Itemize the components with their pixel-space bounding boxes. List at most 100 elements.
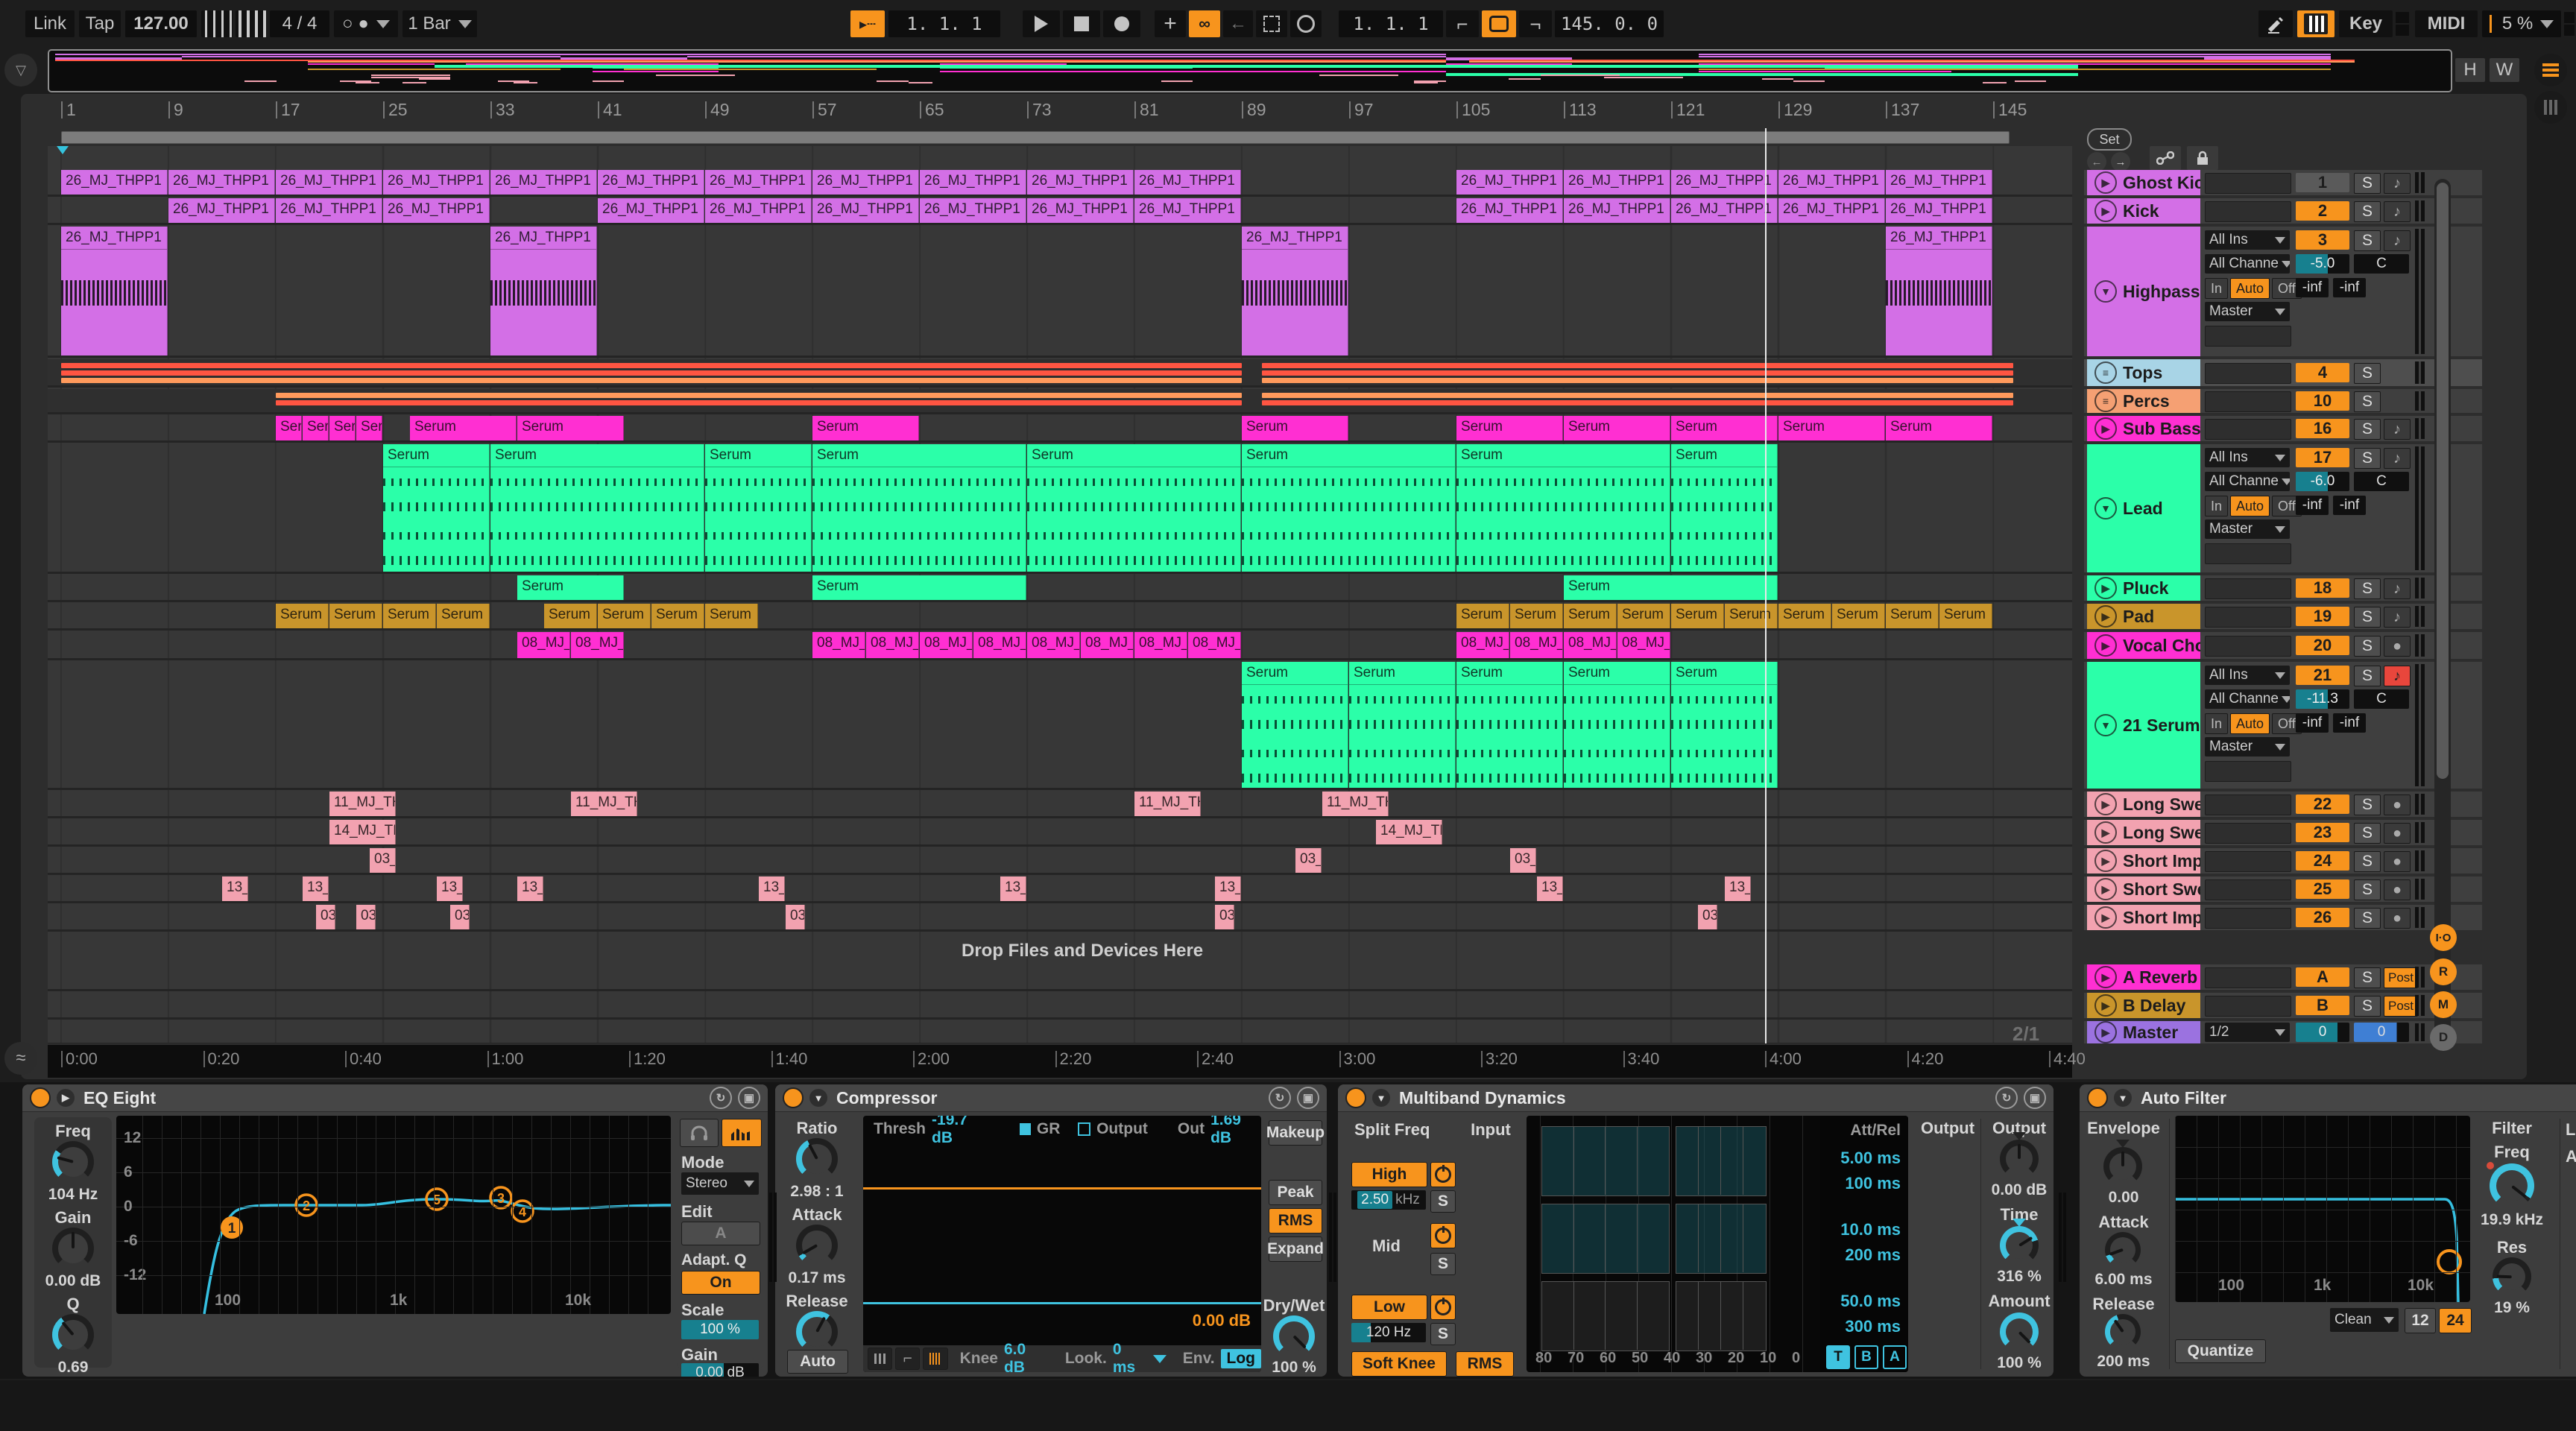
fold-icon[interactable]: ▶ [2094,417,2117,440]
clip[interactable]: Serum [383,604,436,628]
save-preset-icon[interactable]: ▣ [1297,1087,1319,1109]
track-lane-highpass-kick[interactable]: 26_MJ_THPP126_MJ_THPP126_MJ_THPP126_MJ_T… [48,227,2072,358]
multiband-display[interactable]: 80706050403020100Att/Rel5.00 ms100 ms10.… [1527,1116,1908,1372]
clip[interactable]: 11_MJ_THPP1_FX_Swe [571,792,637,816]
cpu-meter[interactable]: 5 % [2482,10,2561,37]
track-number[interactable]: 3 [2296,230,2349,250]
clip[interactable]: 26_MJ_THPP1 [1456,170,1563,195]
track-header-short-sweep[interactable]: ▶Short Sweep25S● [2084,876,2482,902]
clip[interactable]: 13_MJ_T [517,876,543,901]
clip[interactable]: 13_MJ_T [1000,876,1026,901]
arm-button[interactable]: ♪ [2384,448,2411,469]
track-number[interactable]: 24 [2296,851,2349,871]
attrel-value[interactable]: 300 ms [1845,1317,1901,1336]
session-view-toggle[interactable] [2534,91,2567,124]
attack-knob[interactable] [796,1225,838,1266]
hot-swap-icon[interactable]: ↻ [710,1087,732,1109]
clip[interactable]: 11_MJ_THPP1_FX_Swe [1322,792,1389,816]
solo-button[interactable]: S [2354,173,2381,194]
send-a[interactable]: -inf [2296,713,2329,733]
clip[interactable]: 26_MJ_THPP1 [705,170,812,195]
clip[interactable]: 08_MJ_THPP1 [1027,632,1080,658]
output-legend[interactable]: Output [1096,1120,1148,1138]
track-title[interactable]: ▶Pluck [2087,575,2200,601]
clip[interactable]: 26_MJ_THPP1 [1134,170,1241,195]
filter-res-knob[interactable] [2493,1257,2531,1296]
device-activator-icon[interactable] [30,1087,51,1108]
track-header-b-delay[interactable]: ▶B DelayBSPost [2084,993,2482,1018]
lookahead-value[interactable]: 0 ms [1113,1341,1146,1372]
track-number[interactable]: 16 [2296,419,2349,438]
solo-button[interactable]: S [2354,996,2381,1017]
track-header-21-serum[interactable]: ▼21 SerumAll InsAll ChanneInAutoOffMaste… [2084,662,2482,789]
fold-icon[interactable]: ▶ [2094,878,2117,900]
track-pan[interactable]: C [2354,254,2409,274]
clip[interactable]: Serum [276,604,329,628]
solo-button[interactable]: S [2354,230,2381,251]
clip[interactable]: 08_MJ_THPP1 [1081,632,1134,658]
track-title[interactable]: ▶Kick [2087,198,2200,224]
clip[interactable]: Serum [276,416,302,440]
io-slot[interactable] [2205,636,2291,657]
track-lane-long-sweep-2[interactable]: 14_MJ_THPP1_FX_Sw14_MJ_THPP1_FX_Sw [48,820,2072,847]
clip[interactable]: Serum [1832,604,1885,628]
track-title[interactable]: ≡Tops [2087,359,2200,386]
arm-button[interactable]: ♪ [2384,419,2411,440]
mode-dropdown[interactable]: Stereo [681,1172,759,1195]
slope-12-button[interactable]: 12 [2405,1308,2436,1333]
arm-button[interactable]: ♪ [2384,173,2411,194]
gr-legend[interactable]: GR [1037,1120,1061,1138]
drywet-knob[interactable] [1273,1315,1315,1357]
clip[interactable]: 13_MJ_T [222,876,248,901]
drywet-value[interactable]: 100 % [1260,1359,1327,1377]
solo-button[interactable]: S [2354,419,2381,440]
clip[interactable]: 08_MJ_THPP1 [1456,632,1509,658]
mixer-section-toggle[interactable]: M [2430,991,2457,1018]
fold-icon[interactable]: ▶ [2094,200,2117,222]
track-lane-short-sweep[interactable]: 13_MJ_T13_MJ_T13_MJ_T13_MJ_T13_MJ_T13_MJ… [48,876,2072,903]
io-slot[interactable] [2205,578,2291,599]
track-header-master[interactable]: ▶Master1/200 [2084,1021,2482,1043]
solo-button[interactable]: S [2354,879,2381,900]
spectrum-toggle-button[interactable] [722,1119,762,1147]
extra-slot[interactable] [2205,761,2291,782]
clip[interactable]: 13_MJ_T [1725,876,1751,901]
freq-value[interactable]: 104 Hz [34,1186,112,1204]
clip[interactable]: 08_MJ_THPP1 [1188,632,1241,658]
solo-button[interactable]: S [2354,823,2381,844]
global-output-knob[interactable] [2000,1140,2039,1178]
midi-overdub-button[interactable]: ∞ [1189,10,1220,37]
fold-icon[interactable]: ▶ [2094,171,2117,194]
clip[interactable]: 13_MJ_T [437,876,463,901]
clip[interactable]: Serum [517,416,624,440]
collapsed-view-icon[interactable] [868,1348,892,1370]
clip[interactable]: 03_M [786,905,805,929]
clip[interactable]: 26_MJ_THPP1 [1778,198,1885,223]
monitor-in[interactable]: In [2205,713,2228,734]
clip[interactable]: 03_M [450,905,470,929]
punch-in-button[interactable]: ⌐ [1446,10,1479,37]
track-title[interactable]: ▶A Reverb [2087,964,2200,990]
clip[interactable]: 26_MJ_THPP1 [1886,227,1992,356]
track-title[interactable]: ▶Pad [2087,604,2200,629]
expand-button[interactable]: Expand [1269,1236,1322,1262]
multiband-header[interactable]: ▼ Multiband Dynamics ↻ ▣ [1338,1084,2053,1112]
solo-button[interactable]: S [2354,795,2381,815]
clip[interactable]: 26_MJ_THPP1 [1134,198,1241,223]
rms-button[interactable]: RMS [1269,1208,1322,1233]
group-fold-icon[interactable]: ≡ [2094,361,2117,384]
track-volume[interactable]: -5.0 [2296,254,2349,274]
envelope-amount-knob[interactable] [2103,1147,2142,1186]
clip[interactable]: 26_MJ_THPP1 [276,170,382,195]
nudge-down-button[interactable] [201,10,233,37]
eq-display[interactable]: 1 2 5 3 4 1260-6-121001k10k [116,1116,671,1314]
clip[interactable]: 26_MJ_THPP1 [490,170,597,195]
io-slot[interactable] [2205,607,2291,628]
clip[interactable]: Serum [329,604,382,628]
high-band-button[interactable]: High [1351,1162,1427,1187]
attrel-value[interactable]: 10.0 ms [1840,1220,1901,1239]
clip[interactable]: 26_MJ_THPP1 [383,198,490,223]
unfold-icon[interactable]: ▼ [2094,714,2117,736]
ratio-value[interactable]: 2.98 : 1 [778,1183,856,1201]
attack-value[interactable]: 0.17 ms [778,1269,856,1287]
